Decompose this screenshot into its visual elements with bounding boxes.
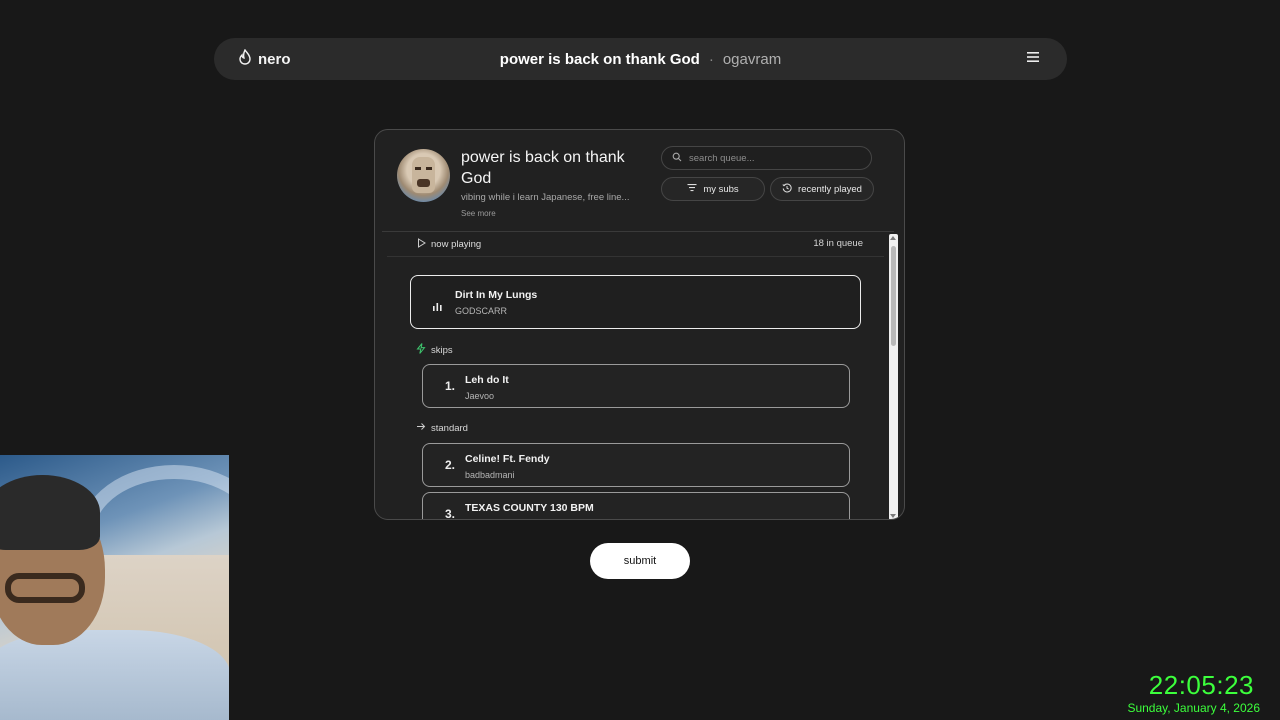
now-playing-artist: GODSCARR [455, 306, 508, 316]
queue-item[interactable]: 3. TEXAS COUNTY 130 BPM [422, 492, 850, 520]
webcam-overlay [0, 455, 229, 720]
see-more-link[interactable]: See more [461, 209, 496, 218]
queue-scrollbar[interactable] [889, 234, 898, 519]
queue-list[interactable]: now playing 18 in queue Dirt In My Lungs… [382, 232, 889, 520]
submit-button[interactable]: submit [590, 543, 690, 579]
clock-date: Sunday, January 4, 2026 [1127, 701, 1260, 715]
queue-item-number: 2. [445, 458, 456, 472]
history-icon [782, 182, 792, 196]
queue-item-title: Celine! Ft. Fendy [465, 453, 550, 465]
queue-count: 18 in queue [813, 238, 863, 249]
playlist-title: power is back on thank God [461, 149, 625, 187]
standard-section-label: standard [416, 422, 468, 434]
queue-item-number: 1. [445, 379, 456, 393]
queue-item[interactable]: 1. Leh do It Jaevoo [422, 364, 850, 408]
scroll-up-arrow-icon[interactable] [890, 236, 896, 240]
queue-item-artist: Jaevoo [465, 391, 495, 401]
queue-item-number: 3. [445, 507, 456, 520]
scrollbar-thumb[interactable] [891, 246, 896, 346]
recently-played-button[interactable]: recently played [770, 177, 874, 201]
search-icon [672, 149, 682, 167]
my-subs-label: my subs [703, 183, 739, 195]
skips-section-label: skips [416, 343, 453, 357]
recently-played-label: recently played [798, 183, 862, 195]
nav-separator: · [708, 50, 714, 68]
now-playing-header: now playing [417, 238, 481, 251]
nav-username[interactable]: ogavram [723, 51, 781, 68]
now-playing-track[interactable]: Dirt In My Lungs GODSCARR [410, 275, 861, 329]
queue-item-artist: badbadmani [465, 470, 515, 480]
clock-time: 22:05:23 [1148, 670, 1254, 700]
playlist-avatar [397, 149, 450, 202]
scroll-down-arrow-icon[interactable] [890, 514, 896, 518]
queue-item-title: Leh do It [465, 374, 509, 386]
queue-item-title: TEXAS COUNTY 130 BPM [465, 502, 594, 514]
menu-button[interactable] [1023, 49, 1043, 69]
filter-icon [687, 183, 697, 195]
equalizer-icon [432, 298, 443, 316]
search-queue-input[interactable] [689, 152, 859, 164]
now-playing-label: now playing [431, 239, 482, 250]
my-subs-button[interactable]: my subs [661, 177, 765, 201]
top-navbar: nero power is back on thank God · ogavra… [214, 38, 1067, 80]
nav-playlist-title: power is back on thank God [499, 50, 700, 68]
nav-title: power is back on thank God · ogavram [214, 38, 1067, 80]
hamburger-menu-icon [1026, 50, 1040, 68]
now-playing-divider [387, 256, 884, 257]
queue-item[interactable]: 2. Celine! Ft. Fendy badbadmani [422, 443, 850, 487]
standard-label: standard [431, 422, 468, 434]
lightning-icon [416, 343, 426, 357]
now-playing-title: Dirt In My Lungs [455, 289, 538, 301]
arrow-right-icon [416, 422, 426, 434]
skips-label: skips [431, 344, 453, 356]
play-icon [417, 238, 426, 251]
search-queue [661, 146, 872, 170]
queue-card: power is back on thank God vibing while … [374, 129, 905, 520]
playlist-description: vibing while i learn Japanese, free line… [461, 192, 630, 203]
